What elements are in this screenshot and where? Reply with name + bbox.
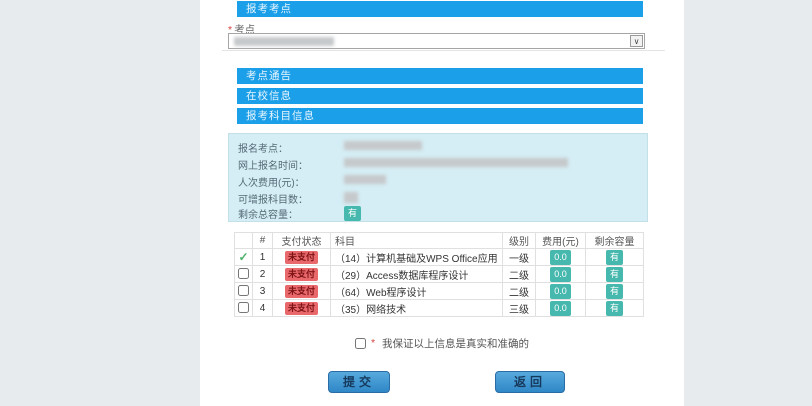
- dropdown-arrow-icon[interactable]: ∨: [630, 35, 643, 47]
- subject-name: （64）Web程序设计: [331, 283, 503, 300]
- redacted-value: [344, 175, 386, 184]
- capacity-badge: 有: [606, 267, 623, 282]
- header-status: 支付状态: [273, 233, 331, 249]
- row-num: 2: [253, 266, 273, 283]
- subject-select-checkbox[interactable]: [238, 285, 249, 296]
- section-header-site-notice-label: 考点通告: [246, 70, 292, 82]
- subject-level: 一级: [503, 249, 536, 266]
- info-row-capacity: 剩余总容量： 有: [238, 206, 298, 220]
- fee-badge: 0.0: [550, 250, 571, 265]
- required-asterisk: *: [371, 337, 375, 349]
- section-header-subject-info[interactable]: 报考科目信息: [237, 108, 643, 124]
- section-header-exam-site-label: 报考考点: [246, 3, 292, 15]
- header-fee: 费用(元): [536, 233, 586, 249]
- info-label: 可增报科目数：: [238, 195, 308, 206]
- confirmation-row: * 我保证以上信息是真实和准确的: [200, 334, 684, 352]
- subject-name: （14）计算机基础及WPS Office应用: [331, 249, 503, 266]
- table-row: ✓ 1 未支付 （14）计算机基础及WPS Office应用 一级 0.0 有: [235, 249, 644, 266]
- section-header-school-info-label: 在校信息: [246, 90, 292, 102]
- info-row-site: 报名考点：: [238, 140, 288, 154]
- info-label: 报名考点：: [238, 144, 288, 155]
- header-capacity: 剩余容量: [586, 233, 644, 249]
- payment-status-badge: 未支付: [285, 268, 318, 281]
- row-num: 3: [253, 283, 273, 300]
- subject-name: （29）Access数据库程序设计: [331, 266, 503, 283]
- subject-level: 三级: [503, 300, 536, 317]
- capacity-badge: 有: [344, 206, 361, 221]
- subject-table: # 支付状态 科目 级别 费用(元) 剩余容量 ✓ 1 未支付 （14）计算机基…: [234, 232, 644, 317]
- table-row: 2 未支付 （29）Access数据库程序设计 二级 0.0 有: [235, 266, 644, 283]
- subject-select-checkbox[interactable]: [238, 268, 249, 279]
- exam-site-select[interactable]: ∨: [228, 33, 645, 49]
- back-button[interactable]: 返回: [495, 371, 565, 393]
- subject-table-header-row: # 支付状态 科目 级别 费用(元) 剩余容量: [235, 233, 644, 249]
- redacted-value: [344, 158, 568, 167]
- exam-site-info-panel: 报名考点： 网上报名时间： 人次费用(元)： 可增报科目数： 剩余总容量： 有: [228, 133, 648, 222]
- section-header-exam-site: 报考考点: [237, 1, 643, 17]
- subject-level: 二级: [503, 283, 536, 300]
- fee-badge: 0.0: [550, 284, 571, 299]
- payment-status-badge: 未支付: [285, 251, 318, 264]
- info-label: 人次费用(元)：: [238, 178, 305, 189]
- info-row-reg-time: 网上报名时间：: [238, 157, 308, 171]
- fee-badge: 0.0: [550, 301, 571, 316]
- subject-select-checkbox[interactable]: [238, 302, 249, 313]
- info-label: 网上报名时间：: [238, 161, 308, 172]
- subject-name: （35）网络技术: [331, 300, 503, 317]
- confirmation-text: 我保证以上信息是真实和准确的: [382, 336, 529, 351]
- header-num: #: [253, 233, 273, 249]
- row-num: 4: [253, 300, 273, 317]
- capacity-badge: 有: [606, 284, 623, 299]
- table-row: 3 未支付 （64）Web程序设计 二级 0.0 有: [235, 283, 644, 300]
- redacted-value: [344, 192, 358, 203]
- row-num: 1: [253, 249, 273, 266]
- payment-status-badge: 未支付: [285, 285, 318, 298]
- subject-level: 二级: [503, 266, 536, 283]
- section-header-subject-info-label: 报考科目信息: [246, 110, 315, 122]
- divider: [222, 50, 665, 51]
- capacity-badge: 有: [606, 250, 623, 265]
- header-subject: 科目: [331, 233, 503, 249]
- redacted-select-value: [234, 37, 334, 46]
- section-header-site-notice[interactable]: 考点通告: [237, 68, 643, 84]
- payment-status-badge: 未支付: [285, 302, 318, 315]
- header-select: [235, 233, 253, 249]
- capacity-badge: 有: [606, 301, 623, 316]
- selected-check-icon: ✓: [238, 250, 248, 264]
- table-row: 4 未支付 （35）网络技术 三级 0.0 有: [235, 300, 644, 317]
- section-header-school-info[interactable]: 在校信息: [237, 88, 643, 104]
- info-row-fee: 人次费用(元)：: [238, 174, 305, 188]
- confirm-checkbox[interactable]: [355, 338, 366, 349]
- redacted-value: [344, 141, 422, 150]
- fee-badge: 0.0: [550, 267, 571, 282]
- submit-button[interactable]: 提交: [328, 371, 390, 393]
- header-level: 级别: [503, 233, 536, 249]
- registration-form: 报考考点 *考点 ∨ 考点通告 在校信息 报考科目信息 报名考点： 网上报名时间…: [200, 0, 684, 406]
- info-row-extra-subjects: 可增报科目数：: [238, 191, 308, 205]
- info-label: 剩余总容量：: [238, 210, 298, 221]
